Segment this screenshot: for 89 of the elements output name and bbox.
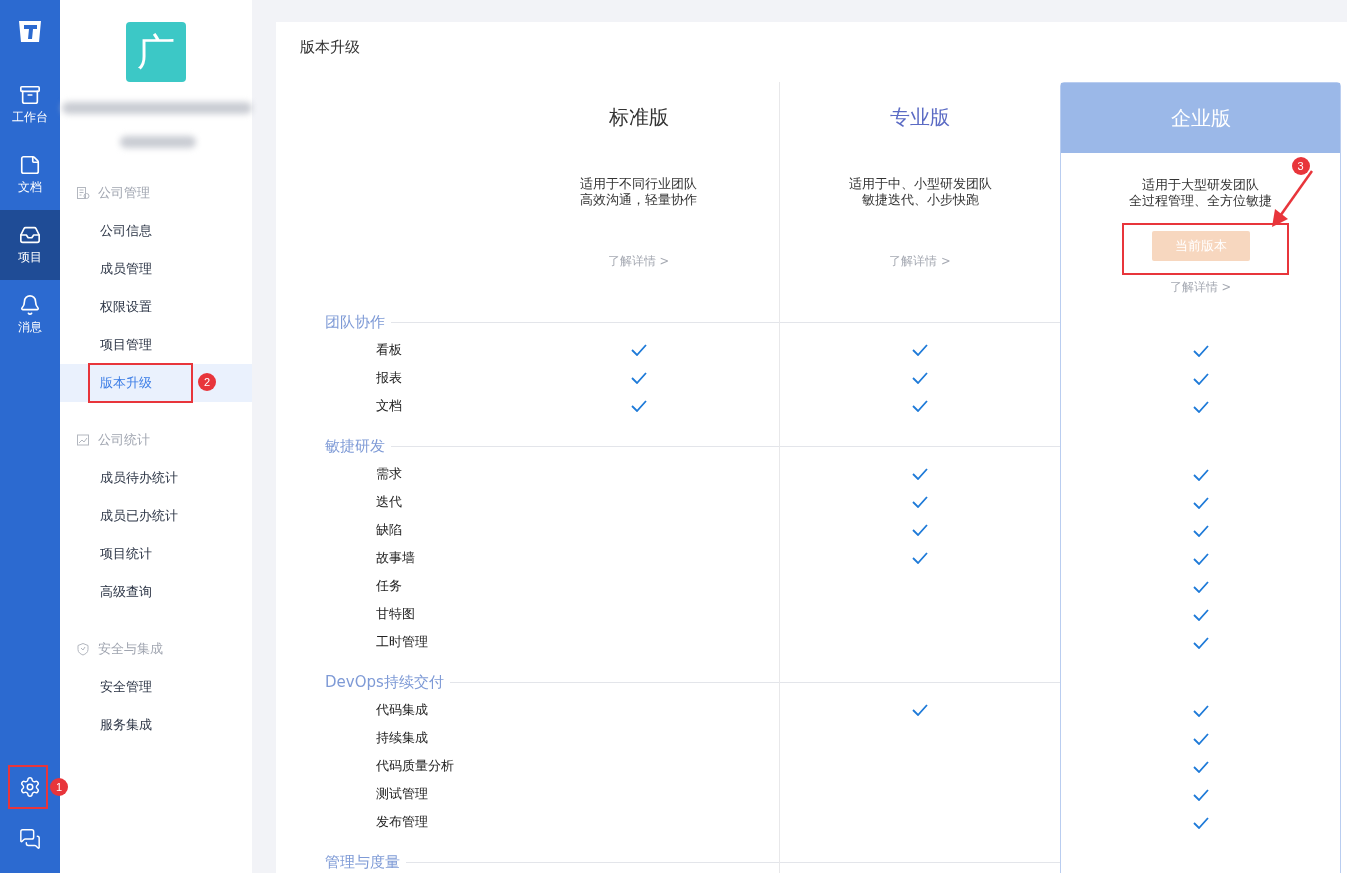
check-icon (1192, 469, 1209, 481)
check-icon (912, 372, 928, 384)
menu-item[interactable]: 项目统计 (60, 535, 252, 573)
menu-item[interactable]: 版本升级 2 (60, 364, 252, 402)
menu-item[interactable]: 项目管理 (60, 326, 252, 364)
nav-rail-item[interactable]: 工作台 (0, 70, 60, 140)
check-icon (630, 400, 647, 412)
page-title: 版本升级 (299, 38, 361, 58)
logo-icon (17, 18, 43, 44)
inbox-icon (19, 224, 41, 246)
check-icon (1192, 789, 1209, 801)
feature-name: 缺陷 (375, 521, 402, 539)
check-icon (630, 344, 647, 356)
plan-description: 适用于中、小型研发团队 敏捷迭代、小步快跑 (848, 176, 992, 208)
feature-name: 任务 (375, 577, 402, 595)
plan-name: 企业版 (1061, 83, 1340, 153)
feature-name: 报表 (375, 369, 402, 387)
chat-icon[interactable] (19, 828, 41, 850)
nav-rail-item[interactable]: 消息 (0, 280, 60, 350)
check-icon (1192, 761, 1209, 773)
check-icon (912, 704, 928, 716)
menu-item[interactable]: 成员待办统计 (60, 459, 252, 497)
check-icon (630, 372, 647, 384)
nav-rail-item[interactable]: 文档 (0, 140, 60, 210)
bell-icon (19, 294, 41, 316)
check-icon (1192, 817, 1209, 829)
archive-icon (19, 84, 41, 106)
check-icon (1192, 525, 1209, 537)
check-icon (1192, 637, 1209, 649)
menu-group-title: 安全与集成 (98, 640, 163, 658)
menu-item[interactable]: 服务集成 (60, 706, 252, 744)
step-badge: 2 (198, 373, 216, 391)
check-icon (912, 524, 928, 536)
menu-group-title: 公司管理 (98, 184, 150, 202)
feature-name: 文档 (375, 397, 402, 415)
check-icon (1192, 609, 1209, 621)
menu-item[interactable]: 成员管理 (60, 250, 252, 288)
check-icon (1192, 553, 1209, 565)
nav-rail-item[interactable]: 项目 (0, 210, 60, 280)
check-icon (912, 344, 928, 356)
plan-name: 专业版 (889, 103, 951, 131)
check-icon (912, 468, 928, 480)
check-icon (1192, 581, 1209, 593)
feature-name: 甘特图 (375, 605, 415, 623)
check-icon (1192, 733, 1209, 745)
nav-label: 工作台 (12, 109, 48, 126)
feature-name: 迭代 (375, 493, 402, 511)
menu-item[interactable]: 安全管理 (60, 668, 252, 706)
step-badge: 1 (50, 778, 68, 796)
menu-item[interactable]: 权限设置 (60, 288, 252, 326)
feature-name: 故事墙 (375, 549, 415, 567)
nav-label: 文档 (18, 179, 42, 196)
nav-label: 消息 (18, 319, 42, 336)
feature-group-title: 管理与度量 (324, 852, 400, 872)
nav-label: 项目 (18, 249, 42, 266)
feature-name: 需求 (375, 465, 402, 483)
check-icon (912, 496, 928, 508)
shield-icon (76, 642, 90, 656)
menu-group-title: 公司统计 (98, 431, 150, 449)
feature-name: 代码质量分析 (375, 757, 454, 775)
plan-name: 标准版 (607, 103, 670, 131)
chart-icon (76, 433, 90, 447)
feature-name: 测试管理 (375, 785, 428, 803)
note-icon (19, 154, 41, 176)
menu-item[interactable]: 成员已办统计 (60, 497, 252, 535)
feature-name: 代码集成 (375, 701, 428, 719)
check-icon (912, 400, 928, 412)
check-icon (1192, 345, 1209, 357)
feature-group-title: 团队协作 (324, 312, 385, 332)
check-icon (1192, 373, 1209, 385)
settings-icon[interactable] (19, 776, 41, 798)
feature-group-title: DevOps持续交付 (324, 672, 444, 692)
check-icon (1192, 705, 1209, 717)
feature-name: 发布管理 (375, 813, 428, 831)
company-logo: 广 (126, 22, 186, 82)
building-icon (76, 186, 90, 200)
highlight-frame (8, 765, 48, 809)
step-badge: 3 (1291, 157, 1310, 175)
plan-description: 适用于大型研发团队 全过程管理、全方位敏捷 (1129, 177, 1272, 209)
menu-item[interactable]: 公司信息 (60, 212, 252, 250)
plan-description: 适用于不同行业团队 高效沟通，轻量协作 (580, 176, 697, 208)
feature-name: 看板 (375, 341, 402, 359)
check-icon (1192, 497, 1209, 509)
feature-name: 工时管理 (375, 633, 428, 651)
feature-name: 持续集成 (375, 729, 428, 747)
menu-item[interactable]: 高级查询 (60, 573, 252, 611)
feature-group-title: 敏捷研发 (324, 436, 385, 456)
check-icon (1192, 401, 1209, 413)
check-icon (912, 552, 928, 564)
